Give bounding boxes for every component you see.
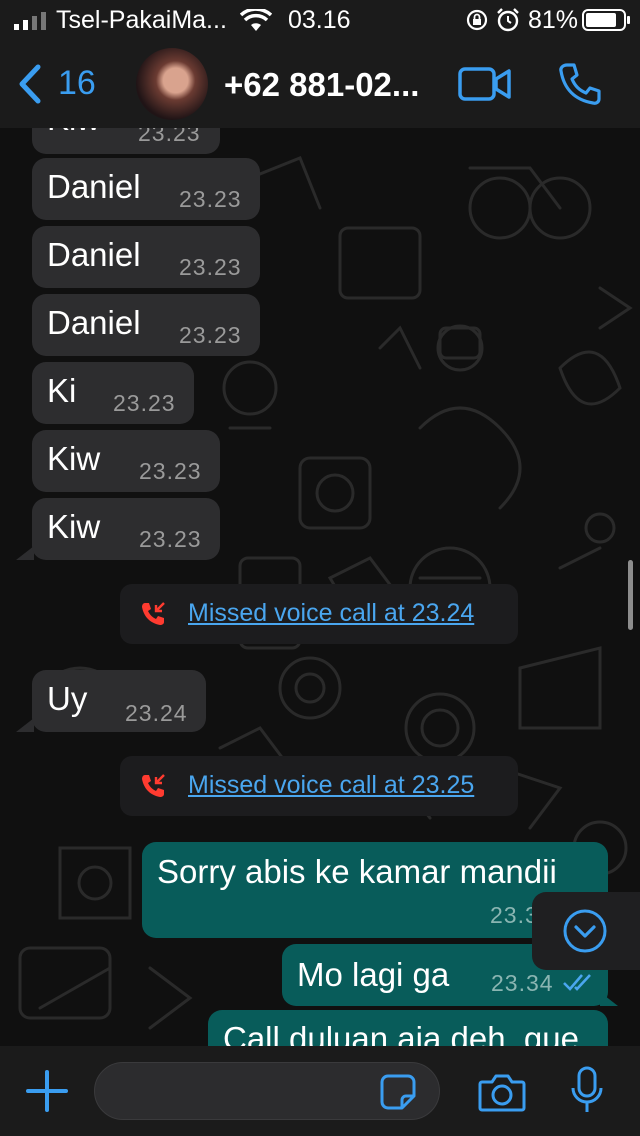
message-time: 23.23 (179, 186, 242, 212)
status-bar: Tsel-PakaiMa... 03.16 81% (0, 0, 640, 40)
read-receipt-icon (563, 974, 591, 991)
message-bubble-incoming[interactable]: Ki 23.23 (32, 362, 194, 424)
missed-call-notice[interactable]: Missed voice call at 23.24 (120, 584, 518, 644)
wifi-icon (240, 9, 272, 31)
message-bubble-incoming[interactable]: Kiw 23.23 (32, 498, 220, 560)
phone-icon[interactable] (558, 62, 602, 106)
message-text: Daniel (47, 168, 141, 205)
contact-name[interactable]: +62 881-02... (224, 66, 419, 104)
missed-call-notice[interactable]: Missed voice call at 23.25 (120, 756, 518, 816)
camera-icon[interactable] (478, 1072, 526, 1112)
message-text: Sorry abis ke kamar mandii (157, 853, 557, 890)
message-bubble-incoming[interactable]: Uy 23.24 (32, 670, 206, 732)
missed-call-icon (142, 602, 165, 625)
scroll-to-bottom-button[interactable] (532, 892, 640, 970)
plus-icon[interactable] (26, 1070, 68, 1112)
avatar[interactable] (136, 48, 208, 120)
microphone-icon[interactable] (570, 1066, 604, 1116)
message-time: 23.24 (125, 700, 188, 726)
message-bubble-incoming[interactable]: Kiw 23.23 (32, 128, 220, 154)
message-text: Mo lagi ga (297, 956, 450, 993)
message-time: 23.23 (179, 254, 242, 280)
message-time: 23.23 (113, 390, 176, 416)
message-bubble-incoming[interactable]: Daniel 23.23 (32, 294, 260, 356)
battery-percent: 81% (528, 6, 579, 34)
message-text: Call duluan aja deh, gue (223, 1020, 579, 1046)
message-bubble-incoming[interactable]: Kiw 23.23 (32, 430, 220, 492)
message-time: 23.34 (491, 970, 554, 996)
message-text: Daniel (47, 304, 141, 341)
chevron-down-circle-icon (563, 909, 607, 953)
signal-icon (14, 12, 46, 30)
message-text: Uy (47, 680, 88, 717)
missed-call-text[interactable]: Missed voice call at 23.24 (188, 599, 474, 628)
input-bar (0, 1046, 640, 1136)
message-text: Kiw (47, 440, 101, 477)
missed-call-text[interactable]: Missed voice call at 23.25 (188, 771, 474, 800)
chevron-left-icon[interactable] (16, 64, 44, 104)
chat-area[interactable]: Kiw 23.23 Daniel 23.23 Daniel 23.23 Dani… (0, 128, 640, 1046)
message-text: Daniel (47, 236, 141, 273)
chat-header: 16 +62 881-02... (0, 40, 640, 128)
sticker-icon[interactable] (380, 1074, 416, 1110)
message-bubble-incoming[interactable]: Daniel 23.23 (32, 158, 260, 220)
rotation-lock-icon (466, 9, 488, 31)
battery-icon (582, 9, 630, 31)
message-text: Ki (47, 372, 77, 409)
scrollbar[interactable] (628, 560, 633, 630)
missed-call-icon (142, 774, 165, 797)
message-text: Kiw (47, 128, 100, 138)
message-time: 23.23 (138, 128, 201, 146)
message-bubble-incoming[interactable]: Daniel 23.23 (32, 226, 260, 288)
back-button-count[interactable]: 16 (58, 64, 96, 103)
carrier-name: Tsel-PakaiMa... (56, 6, 227, 34)
message-time: 23.23 (179, 322, 242, 348)
alarm-icon (497, 8, 519, 32)
message-time: 23.23 (139, 458, 202, 484)
message-bubble-outgoing[interactable]: Call duluan aja deh, gue (208, 1010, 608, 1046)
message-time: 23.23 (139, 526, 202, 552)
clock: 03.16 (288, 6, 351, 34)
message-text: Kiw (47, 508, 101, 545)
video-call-icon[interactable] (458, 66, 512, 102)
bubble-tail (600, 992, 618, 1006)
